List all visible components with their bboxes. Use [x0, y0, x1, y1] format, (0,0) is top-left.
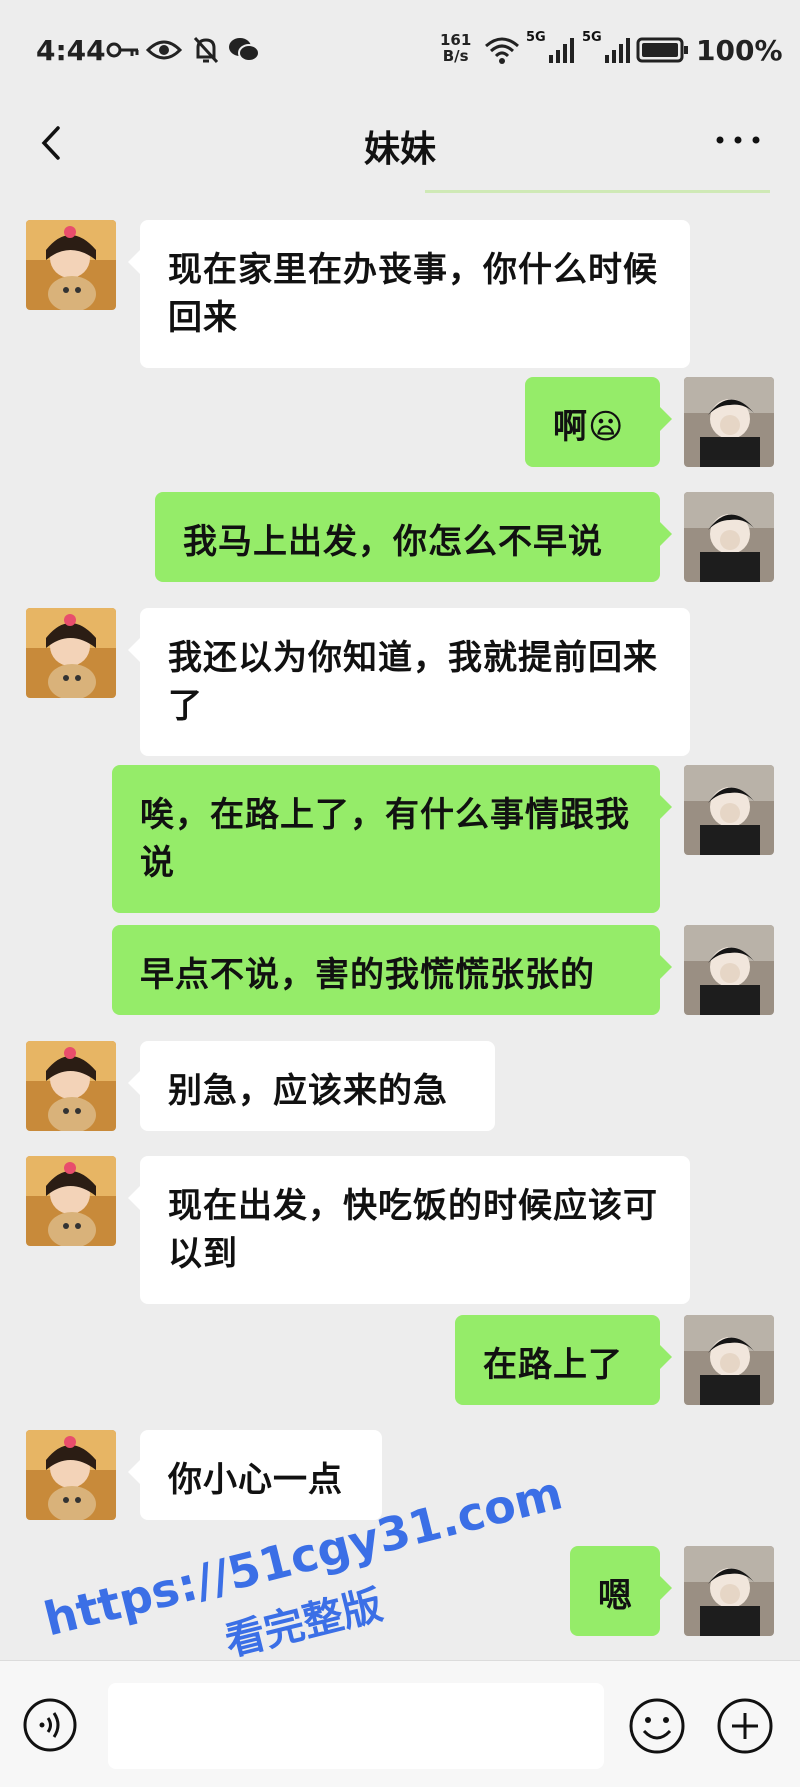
net-speed-unit: B/s [442, 47, 469, 65]
message-bubble[interactable]: 我马上出发，你怎么不早说 [155, 492, 672, 582]
status-time: 4:44 [36, 34, 106, 67]
self-avatar[interactable] [684, 1315, 774, 1405]
signal-icon: 5G [526, 30, 576, 70]
message-bubble[interactable]: 在路上了 [455, 1315, 672, 1405]
emoji-icon[interactable] [628, 1697, 686, 1755]
signal2-label: 5G [582, 30, 602, 45]
more-dots-icon[interactable] [710, 120, 766, 160]
message-input[interactable] [108, 1683, 604, 1769]
eye-icon [146, 30, 182, 70]
input-bar [0, 1660, 800, 1787]
plus-icon[interactable] [716, 1697, 774, 1755]
contact-avatar[interactable] [26, 608, 116, 698]
contact-avatar[interactable] [26, 1041, 116, 1131]
chat-title: 妹妹 [363, 129, 436, 170]
message-bubble[interactable]: 啊😦 [525, 377, 672, 467]
signal1-label: 5G [526, 30, 546, 45]
contact-avatar[interactable] [26, 1156, 116, 1246]
contact-avatar[interactable] [26, 220, 116, 310]
message-bubble[interactable]: 早点不说，害的我慌慌张张的 [112, 925, 672, 1015]
voice-icon[interactable] [22, 1697, 78, 1753]
wechat-icon [228, 30, 260, 70]
key-icon [106, 30, 140, 70]
message-bubble[interactable]: 唉，在路上了，有什么事情跟我说 [112, 765, 672, 913]
status-bar: 4:44 161 B/s 5G 5G 100% [0, 0, 800, 100]
self-avatar[interactable] [684, 377, 774, 467]
message-bubble[interactable]: 现在出发，快吃饭的时候应该可以到 [128, 1156, 690, 1304]
wifi-icon [484, 30, 520, 70]
self-avatar[interactable] [684, 925, 774, 1015]
chat-header: 妹妹 [0, 100, 800, 190]
signal-icon: 5G [582, 30, 632, 70]
message-bubble[interactable]: 我还以为你知道，我就提前回来了 [128, 608, 690, 756]
battery-percent: 100% [696, 34, 783, 67]
self-avatar[interactable] [684, 1546, 774, 1636]
message-bubble[interactable]: 别急，应该来的急 [128, 1041, 495, 1131]
battery-icon [636, 30, 690, 70]
message-bubble[interactable]: 现在家里在办丧事，你什么时候回来 [128, 220, 690, 368]
net-speed: 161 B/s [440, 32, 471, 64]
self-avatar[interactable] [684, 492, 774, 582]
message-bubble[interactable]: 嗯 [570, 1546, 672, 1636]
self-avatar[interactable] [684, 765, 774, 855]
contact-avatar[interactable] [26, 1430, 116, 1520]
bell-off-icon [192, 30, 220, 70]
message-list[interactable]: 现在家里在办丧事，你什么时候回来 啊😦 我马上出发，你怎么不早说 我还以为你知道… [0, 190, 800, 1660]
message-bubble[interactable]: 你小心一点 [128, 1430, 382, 1520]
